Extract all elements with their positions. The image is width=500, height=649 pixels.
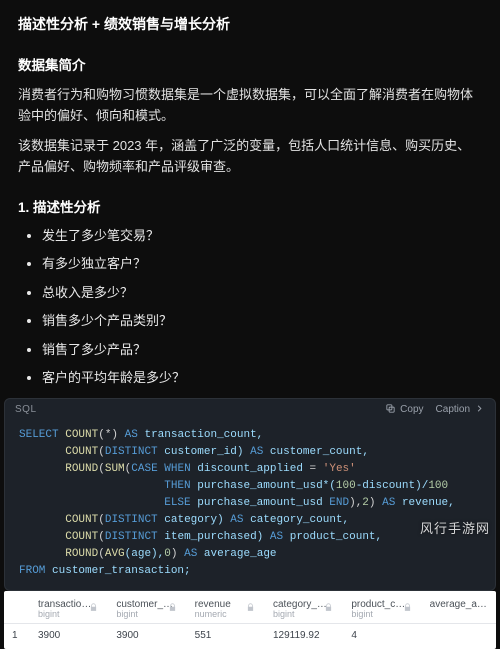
- list-item: 客户的平均年龄是多少？: [42, 368, 482, 388]
- column-header: transaction_count bigint: [26, 597, 104, 623]
- cell: 3900: [104, 624, 182, 645]
- column-header: customer_count bigint: [104, 597, 182, 623]
- column-header: revenue numeric: [183, 597, 261, 623]
- list-item: 有多少独立客户？: [42, 254, 482, 274]
- lock-icon: [246, 603, 255, 615]
- column-header: category_count bigint: [261, 597, 339, 623]
- cell: 551: [183, 624, 261, 645]
- row-index: 1: [4, 624, 26, 645]
- copy-button[interactable]: Copy: [385, 403, 423, 417]
- intro-paragraph-1: 消费者行为和购物习惯数据集是一个虚拟数据集，可以全面了解消费者在购物体验中的偏好…: [18, 84, 482, 127]
- code-block: SQL Copy Caption SELECT COUNT(*) AS tran…: [4, 398, 496, 591]
- list-item: 总收入是多少？: [42, 283, 482, 303]
- section-1-heading: 1. 描述性分析: [18, 196, 482, 216]
- column-header: average_age: [418, 597, 496, 623]
- cell: 4: [339, 624, 417, 645]
- caption-button[interactable]: Caption: [436, 403, 485, 417]
- cell: 3900: [26, 624, 104, 645]
- result-table: transaction_count bigint customer_count …: [4, 591, 496, 649]
- chevron-right-icon: [474, 403, 485, 417]
- sql-code[interactable]: SELECT COUNT(*) AS transaction_count, CO…: [5, 421, 495, 590]
- list-item: 销售了多少产品？: [42, 340, 482, 360]
- intro-paragraph-2: 该数据集记录于 2023 年，涵盖了广泛的变量，包括人口统计信息、购买历史、产品…: [18, 135, 482, 178]
- page-title: 描述性分析 + 绩效销售与增长分析: [18, 14, 482, 34]
- row-index-header: [4, 597, 26, 623]
- table-row: 1 3900 3900 551 129119.92 4: [4, 624, 496, 645]
- lock-icon: [324, 603, 333, 615]
- code-language-label: SQL: [15, 404, 37, 415]
- questions-list: 发生了多少笔交易？ 有多少独立客户？ 总收入是多少？ 销售多少个产品类别？ 销售…: [18, 226, 482, 388]
- list-item: 销售多少个产品类别？: [42, 311, 482, 331]
- caption-label: Caption: [436, 404, 470, 415]
- intro-heading: 数据集简介: [18, 54, 482, 74]
- cell: 129119.92: [261, 624, 339, 645]
- list-item: 发生了多少笔交易？: [42, 226, 482, 246]
- lock-icon: [403, 603, 412, 615]
- copy-label: Copy: [400, 404, 423, 415]
- table-header-row: transaction_count bigint customer_count …: [4, 597, 496, 624]
- cell: [418, 624, 496, 645]
- copy-icon: [385, 403, 396, 417]
- lock-icon: [89, 603, 98, 615]
- lock-icon: [168, 603, 177, 615]
- column-header: product_count bigint: [339, 597, 417, 623]
